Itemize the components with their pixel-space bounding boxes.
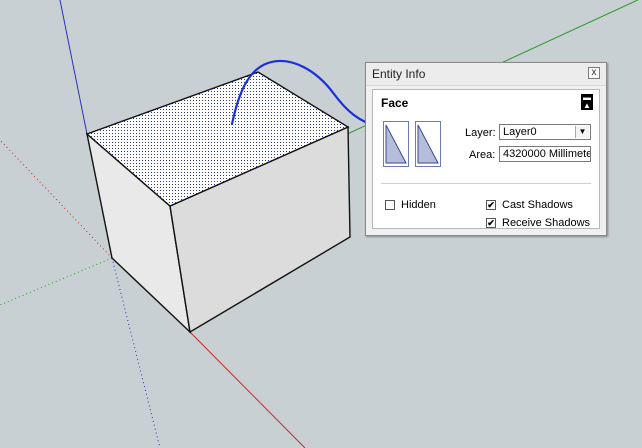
area-label: Area: — [469, 149, 496, 161]
collapse-button[interactable]: ▬ ▲ — [581, 94, 593, 110]
layer-value: Layer0 — [503, 126, 537, 138]
area-field[interactable]: 4320000 Millimeter — [499, 146, 591, 162]
close-icon: x — [591, 67, 597, 78]
green-axis-dotted — [0, 257, 113, 306]
area-value: 4320000 Millimeter — [503, 148, 591, 160]
hidden-label: Hidden — [401, 199, 436, 211]
chevron-down-icon[interactable]: ▼ — [575, 126, 589, 138]
entity-info-dialog: Entity Info x Face ▬ ▲ Layer: Layer0 ▼ A… — [365, 62, 607, 236]
layer-dropdown[interactable]: Layer0 ▼ — [499, 124, 591, 140]
front-material-swatch[interactable] — [383, 121, 409, 167]
cast-shadows-checkbox[interactable]: ✔ — [486, 200, 496, 210]
cast-shadows-label: Cast Shadows — [502, 199, 573, 211]
divider — [381, 183, 591, 184]
material-icon — [385, 124, 407, 164]
blue-axis — [59, 0, 88, 135]
material-icon — [417, 124, 439, 164]
receive-shadows-label: Receive Shadows — [502, 217, 591, 229]
receive-shadows-checkbox[interactable]: ✔ — [486, 218, 496, 228]
dialog-title: Entity Info — [372, 67, 426, 81]
back-material-swatch[interactable] — [415, 121, 441, 167]
dialog-titlebar[interactable]: Entity Info x — [366, 63, 606, 86]
red-axis — [189, 331, 306, 448]
close-button[interactable]: x — [588, 67, 600, 79]
hidden-checkbox[interactable] — [385, 200, 395, 210]
layer-label: Layer: — [465, 127, 496, 139]
entity-info-panel: Face ▬ ▲ Layer: Layer0 ▼ Area: 4320000 M… — [372, 89, 600, 229]
entity-type-label: Face — [381, 96, 409, 110]
